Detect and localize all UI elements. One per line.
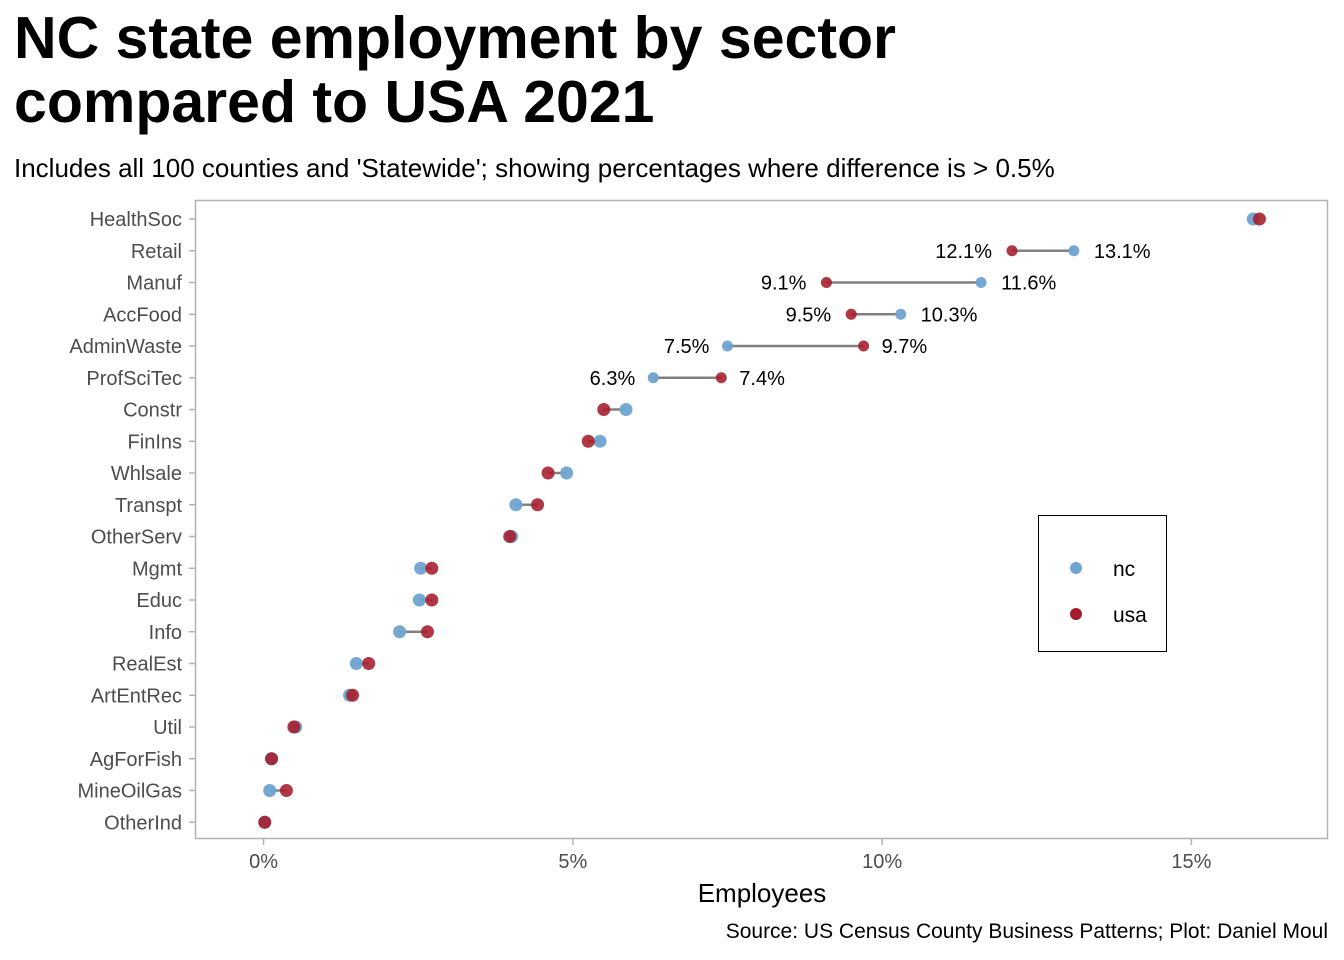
usa-point: [287, 720, 301, 734]
usa-point: [425, 593, 439, 607]
y-tick-label: RealEst: [112, 654, 182, 676]
x-tick-label: 15%: [1171, 851, 1211, 873]
y-tick-label: OtherInd: [104, 812, 182, 834]
nc-value-label: 7.5%: [664, 336, 710, 358]
usa-value-label: 9.7%: [882, 336, 928, 358]
nc-point: [414, 561, 428, 575]
nc-point: [393, 625, 407, 639]
x-axis: 0% 5% 10% 15%: [249, 838, 1212, 873]
usa-point: [425, 561, 439, 575]
dumbbell-row: [263, 784, 293, 797]
dumbbell-row: [597, 403, 633, 416]
dumbbell-row: [1246, 212, 1266, 226]
y-tick-label: Educ: [136, 590, 182, 612]
dumbbell-row: [581, 434, 607, 448]
usa-point: [581, 434, 595, 448]
y-tick-label: HealthSoc: [90, 209, 182, 231]
x-tick-label: 0%: [249, 851, 278, 873]
dumbbell-row: 7.5% 9.7%: [664, 336, 927, 358]
usa-point: [715, 372, 727, 384]
dumbbell-row: 6.3% 7.4%: [590, 368, 785, 390]
usa-value-label: 9.5%: [786, 304, 832, 326]
usa-point: [820, 277, 832, 288]
usa-point: [346, 688, 360, 702]
y-tick-label: FinIns: [128, 431, 182, 453]
nc-point: [619, 403, 633, 416]
usa-point: [362, 657, 376, 670]
dumbbell-row: [265, 752, 279, 766]
x-tick-label: 10%: [862, 851, 902, 873]
y-tick-label: Whlsale: [111, 463, 182, 485]
nc-point: [721, 340, 733, 352]
usa-point: [420, 625, 434, 639]
y-tick-label: ArtEntRec: [91, 685, 182, 707]
y-tick-label: AdminWaste: [69, 336, 182, 358]
dumbbell-row: [393, 625, 434, 639]
y-axis: HealthSoc Retail Manuf AccFood AdminWaste Pro…: [69, 209, 196, 834]
legend-box: [1038, 515, 1167, 652]
y-tick-label: Manuf: [126, 273, 182, 295]
dumbbell-row: [414, 561, 439, 575]
usa-value-label: 9.1%: [761, 273, 807, 295]
dumbbell-chart: HealthSoc Retail Manuf AccFood AdminWaste Pro…: [69, 199, 1329, 908]
usa-point: [858, 340, 870, 352]
usa-point: [1252, 212, 1266, 226]
dumbbell-row: [343, 688, 360, 702]
y-tick-label: Retail: [131, 241, 182, 263]
y-tick-label: OtherServ: [91, 527, 182, 549]
nc-value-label: 13.1%: [1094, 241, 1151, 263]
nc-point: [349, 657, 363, 670]
dumbbell-row: 11.6% 9.1%: [761, 273, 1057, 295]
usa-point: [597, 403, 611, 416]
nc-point: [509, 498, 523, 512]
y-tick-label: AccFood: [103, 304, 182, 326]
x-axis-title: Employees: [698, 878, 827, 908]
nc-point: [1068, 245, 1080, 257]
dumbbell-row: 10.3% 9.5%: [786, 304, 978, 326]
y-tick-label: Constr: [123, 400, 182, 422]
dumbbell-row: [412, 593, 439, 607]
y-tick-label: MineOilGas: [78, 781, 182, 803]
nc-point: [263, 784, 277, 797]
y-tick-label: Info: [149, 622, 182, 644]
legend-usa-marker: [1070, 608, 1082, 620]
dumbbell-row: [503, 530, 519, 543]
y-tick-label: ProfSciTec: [86, 368, 182, 390]
nc-point: [593, 434, 607, 448]
x-tick-label: 5%: [558, 851, 587, 873]
nc-point: [895, 308, 907, 320]
y-tick-label: Mgmt: [132, 558, 182, 580]
chart-caption: Source: US Census County Business Patter…: [725, 920, 1328, 943]
nc-value-label: 6.3%: [590, 368, 636, 390]
usa-point: [541, 466, 555, 480]
nc-point: [975, 277, 987, 288]
dumbbell-row: [258, 815, 272, 829]
nc-value-label: 10.3%: [921, 304, 978, 326]
usa-value-label: 12.1%: [935, 241, 992, 263]
usa-value-label: 7.4%: [739, 368, 785, 390]
usa-point: [503, 530, 517, 543]
dumbbell-row: [541, 466, 574, 480]
legend: nc usa: [1038, 515, 1167, 652]
legend-usa-label: usa: [1113, 604, 1147, 627]
usa-point: [258, 815, 272, 829]
nc-point: [412, 593, 426, 607]
y-tick-label: Util: [153, 717, 182, 739]
dumbbell-row: 13.1% 12.1%: [935, 241, 1151, 263]
usa-point: [279, 784, 293, 797]
legend-nc-label: nc: [1113, 558, 1135, 581]
dumbbell-row: [349, 657, 376, 670]
usa-point: [845, 308, 857, 320]
usa-point: [265, 752, 279, 766]
y-tick-label: Transpt: [115, 495, 183, 517]
dumbbell-row: [287, 720, 303, 734]
nc-value-label: 11.6%: [1001, 273, 1056, 295]
dumbbell-row: [509, 498, 545, 512]
legend-nc-marker: [1070, 562, 1082, 574]
usa-point: [1006, 245, 1018, 257]
usa-point: [531, 498, 545, 512]
y-tick-label: AgForFish: [90, 749, 182, 771]
nc-point: [647, 372, 659, 384]
nc-point: [560, 466, 574, 480]
